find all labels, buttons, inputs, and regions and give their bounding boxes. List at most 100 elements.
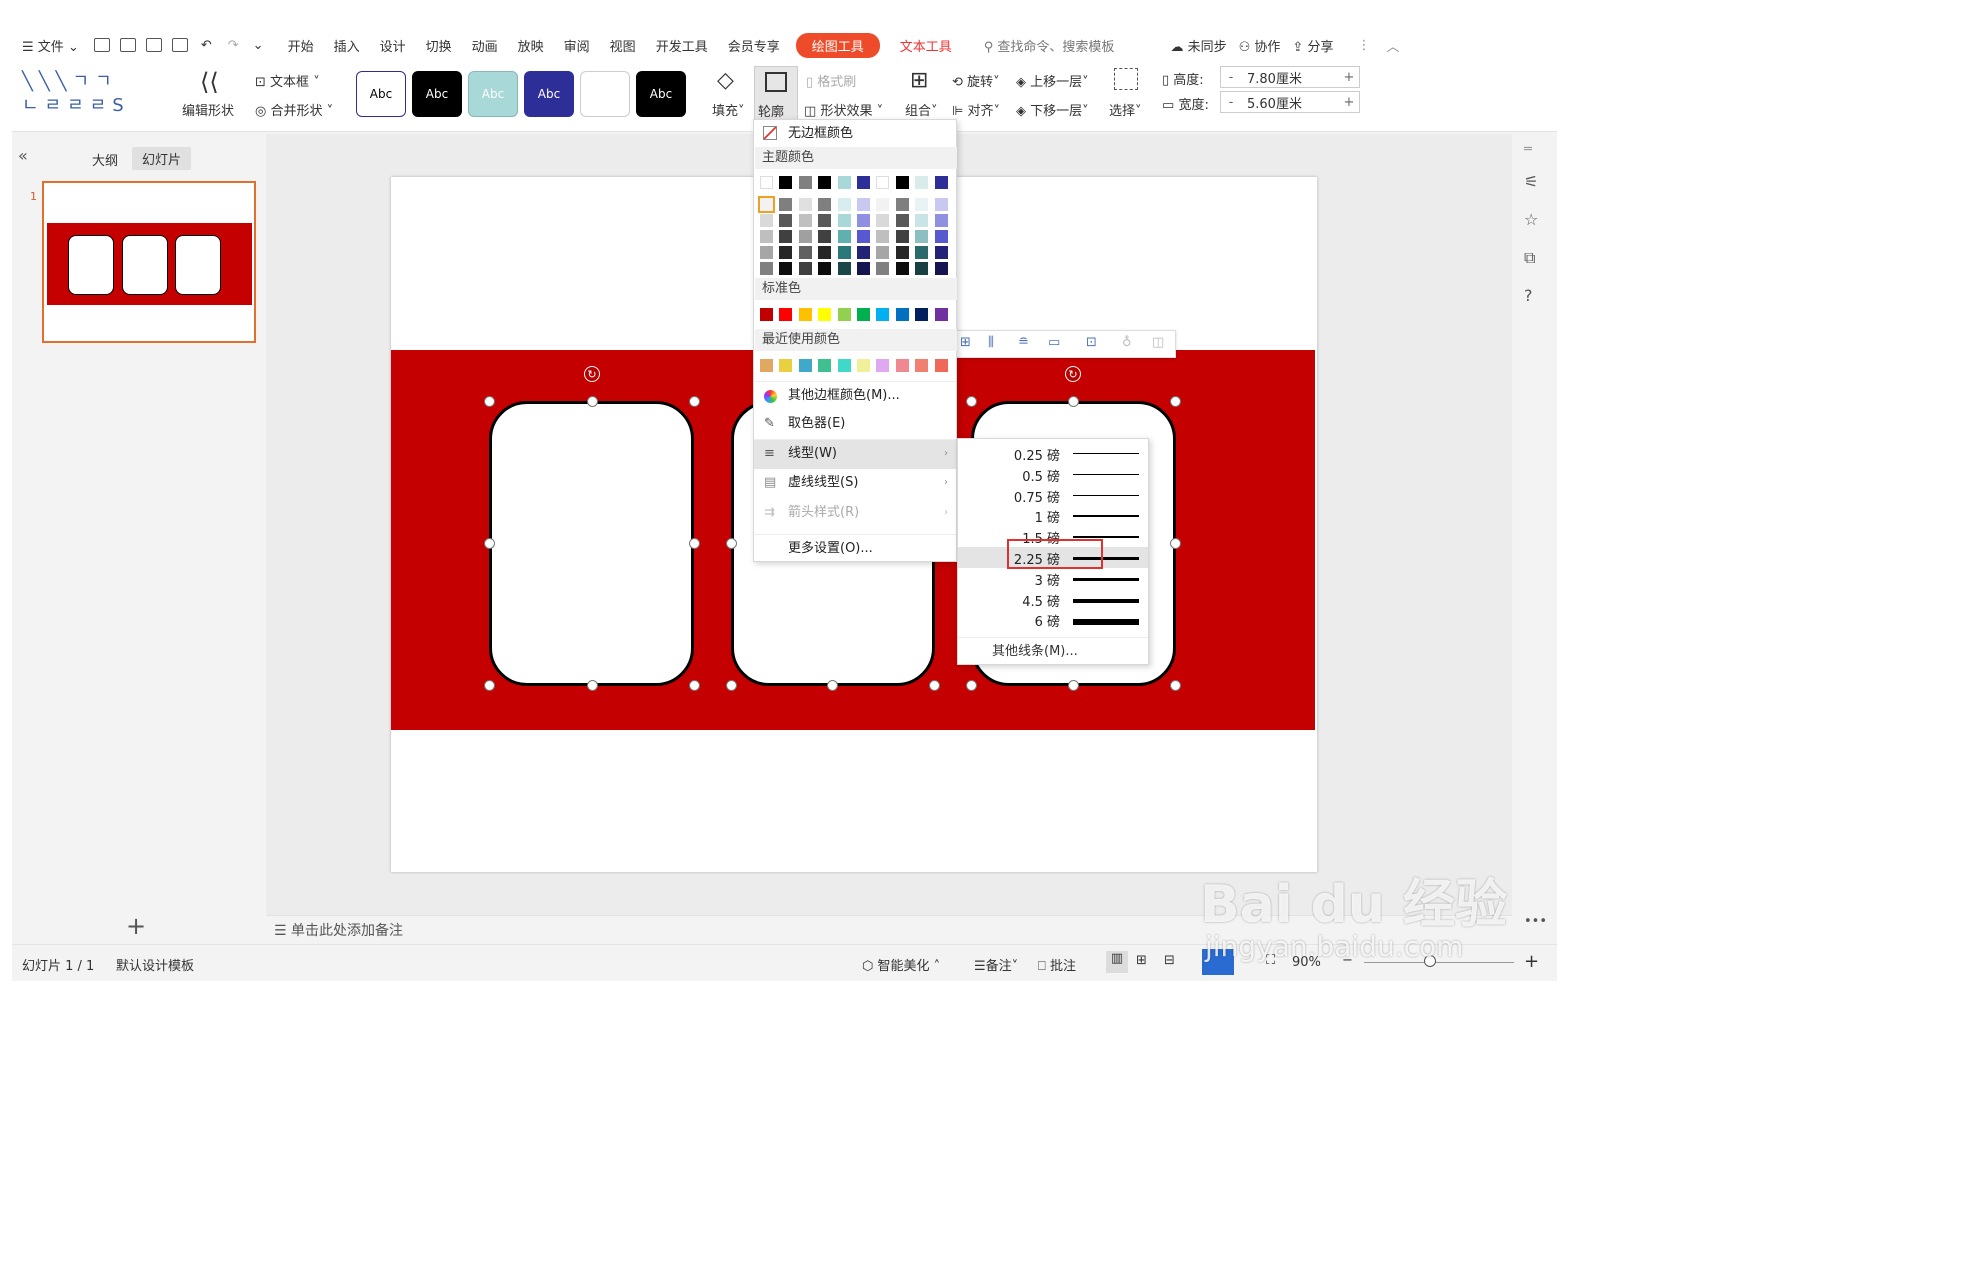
recent-color-swatch[interactable]: [895, 359, 909, 372]
theme-shade-swatch[interactable]: [760, 214, 773, 227]
zoom-in-icon[interactable]: +: [1524, 951, 1539, 972]
resize-handle[interactable]: [484, 538, 495, 549]
theme-shade-swatch[interactable]: [895, 230, 909, 243]
theme-shade-swatch[interactable]: [915, 246, 929, 259]
theme-shade-swatch[interactable]: [837, 262, 851, 275]
theme-shade-swatch[interactable]: [818, 214, 832, 227]
resize-handle[interactable]: [929, 680, 940, 691]
theme-shade-swatch[interactable]: [798, 230, 812, 243]
line-weight-option[interactable]: 6 磅: [958, 609, 1148, 630]
slide-thumbnail[interactable]: [42, 181, 256, 343]
standard-color-swatch[interactable]: [895, 308, 909, 321]
resize-handle[interactable]: [484, 680, 495, 691]
property-icon[interactable]: ⚟: [1524, 172, 1538, 191]
float-align-icon[interactable]: ⊞: [960, 335, 971, 350]
float-stack-icon[interactable]: ≘: [1018, 335, 1029, 350]
resize-handle[interactable]: [726, 680, 737, 691]
print-icon[interactable]: [145, 38, 162, 52]
recent-color-swatch[interactable]: [857, 359, 870, 372]
shape-effect-button[interactable]: ◫ 形状效果 ˅: [804, 100, 883, 119]
float-group-icon[interactable]: ⊡: [1086, 335, 1097, 350]
star-icon[interactable]: ☆: [1524, 210, 1538, 229]
resize-handle[interactable]: [966, 680, 977, 691]
recent-color-swatch[interactable]: [779, 359, 793, 372]
theme-shade-swatch[interactable]: [915, 262, 929, 275]
float-crop-icon[interactable]: ▭: [1048, 335, 1060, 350]
rotate-button[interactable]: ⟲ 旋转˅: [952, 71, 1000, 90]
resize-handle[interactable]: [827, 680, 838, 691]
float-idea-icon[interactable]: ♁: [1122, 335, 1132, 350]
sorter-view-icon[interactable]: ⊞: [1136, 953, 1147, 968]
more-lines-option[interactable]: 其他线条(M)...: [958, 637, 1148, 665]
theme-shade-swatch[interactable]: [779, 214, 793, 227]
theme-shade-swatch[interactable]: [857, 214, 870, 227]
tab-transition[interactable]: 切换: [416, 36, 462, 55]
search-box[interactable]: ⚲ 查找命令、搜索模板: [984, 36, 1115, 55]
theme-shade-swatch[interactable]: [934, 214, 948, 227]
theme-shade-swatch[interactable]: [818, 230, 832, 243]
eyedropper-option[interactable]: ✎ 取色器(E): [754, 410, 956, 438]
width-decrement[interactable]: -: [1221, 95, 1241, 110]
shape-gallery[interactable]: ╲╲╲ㄱㄱ ㄴㄹㄹㄹS: [22, 70, 157, 120]
normal-view-icon[interactable]: ▥: [1106, 951, 1128, 973]
format-painter-button[interactable]: ▯ 格式刷: [806, 71, 856, 90]
tab-animation[interactable]: 动画: [462, 36, 508, 55]
theme-shade-swatch[interactable]: [779, 198, 793, 211]
collapse-panel-icon[interactable]: «: [18, 146, 28, 165]
theme-color-swatch[interactable]: [779, 176, 793, 189]
theme-shade-swatch[interactable]: [798, 198, 812, 211]
undo-icon[interactable]: ↶: [201, 38, 212, 53]
height-decrement[interactable]: -: [1221, 70, 1241, 85]
outline-tab[interactable]: 大纲: [92, 150, 118, 169]
standard-color-swatch[interactable]: [915, 308, 929, 321]
theme-shade-swatch[interactable]: [760, 262, 773, 275]
theme-shade-swatch[interactable]: [837, 198, 851, 211]
theme-shade-swatch[interactable]: [837, 246, 851, 259]
add-slide-icon[interactable]: +: [126, 912, 146, 940]
line-weight-option[interactable]: 0.75 磅: [958, 485, 1148, 506]
tab-slideshow[interactable]: 放映: [508, 36, 554, 55]
style-preset-5[interactable]: Abc: [636, 71, 686, 117]
theme-shade-swatch[interactable]: [857, 246, 870, 259]
resize-handle[interactable]: [689, 680, 700, 691]
theme-shade-swatch[interactable]: [779, 262, 793, 275]
send-backward-button[interactable]: ◈ 下移一层˅: [1016, 100, 1089, 119]
cut-icon[interactable]: [119, 38, 136, 52]
copy-icon[interactable]: ⧉: [1524, 248, 1535, 268]
collab-button[interactable]: ⚇ 协作: [1239, 36, 1281, 55]
fill-button[interactable]: 填充˅: [712, 100, 745, 119]
resize-handle[interactable]: [726, 538, 737, 549]
standard-color-swatch[interactable]: [857, 308, 870, 321]
theme-shade-swatch[interactable]: [934, 246, 948, 259]
style-preset-3[interactable]: Abc: [524, 71, 574, 117]
share-button[interactable]: ⇪ 分享: [1292, 36, 1333, 55]
theme-shade-swatch[interactable]: [876, 198, 890, 211]
theme-shade-swatch[interactable]: [818, 246, 832, 259]
edit-shape-button[interactable]: 编辑形状: [182, 100, 234, 119]
style-preset-4[interactable]: [580, 71, 630, 117]
tab-text-tools[interactable]: 文本工具: [886, 36, 966, 55]
theme-shade-swatch[interactable]: [876, 262, 890, 275]
help-icon[interactable]: ?: [1524, 286, 1533, 305]
width-increment[interactable]: +: [1339, 95, 1359, 110]
theme-shade-swatch[interactable]: [876, 214, 890, 227]
line-weight-option[interactable]: 0.25 磅: [958, 443, 1148, 464]
tab-home[interactable]: 开始: [278, 36, 324, 55]
style-preset-2[interactable]: Abc: [468, 71, 518, 117]
line-type-option[interactable]: ≡ 线型(W) ›: [754, 439, 956, 469]
file-menu[interactable]: ☰ 文件 ⌄: [12, 36, 89, 55]
rotate-handle-icon[interactable]: ↻: [584, 366, 600, 382]
redo-icon[interactable]: ↷: [228, 38, 239, 53]
height-increment[interactable]: +: [1339, 70, 1359, 85]
merge-shape-button[interactable]: ◎ 合并形状 ˅: [255, 100, 333, 119]
arrow-style-option[interactable]: ⇉ 箭头样式(R) ›: [754, 499, 956, 527]
resize-handle[interactable]: [587, 396, 598, 407]
theme-shade-swatch[interactable]: [798, 246, 812, 259]
theme-shade-swatch[interactable]: [758, 196, 775, 213]
line-weight-option[interactable]: 1 磅: [958, 505, 1148, 526]
theme-color-swatch[interactable]: [895, 176, 909, 189]
theme-shade-swatch[interactable]: [895, 246, 909, 259]
group-button[interactable]: 组合˅: [905, 100, 938, 119]
theme-color-swatch[interactable]: [818, 176, 832, 189]
theme-color-swatch[interactable]: [760, 176, 773, 189]
